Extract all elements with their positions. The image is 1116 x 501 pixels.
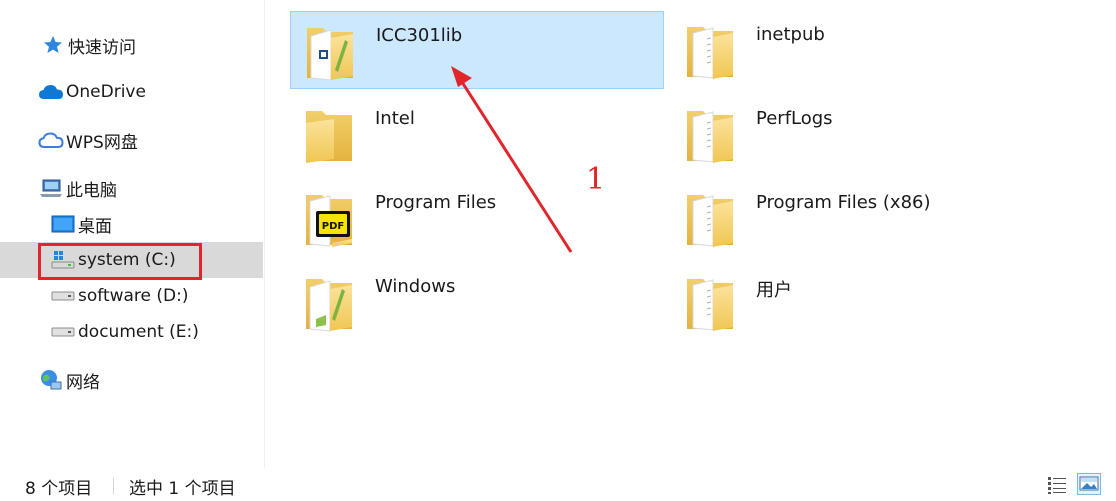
nav-wps-cloud[interactable]: WPS网盘	[0, 122, 263, 158]
nav-this-pc[interactable]: 此电脑	[0, 170, 263, 206]
folder-doc-icon	[687, 279, 733, 331]
nav-drive-c[interactable]: system (C:)	[0, 242, 263, 278]
drive-icon	[50, 285, 76, 307]
annotation-number: 1	[586, 162, 606, 197]
folder-icon	[306, 111, 352, 163]
file-name: Intel	[375, 108, 415, 129]
nav-drive-e[interactable]: document (E:)	[0, 314, 263, 350]
folder-doc-icon	[687, 111, 733, 163]
large-icons-view-icon	[1079, 476, 1099, 491]
file-name: ICC301lib	[376, 25, 463, 46]
file-name: Windows	[375, 276, 456, 297]
file-item-perflogs[interactable]: PerfLogs	[671, 95, 1045, 173]
nav-drive-d[interactable]: software (D:)	[0, 278, 263, 314]
file-name: PerfLogs	[756, 108, 833, 129]
nav-label: 桌面	[78, 216, 112, 237]
computer-icon	[38, 177, 64, 199]
file-name: 用户	[756, 280, 792, 301]
file-item-inetpub[interactable]: inetpub	[671, 11, 1045, 89]
nav-label: OneDrive	[66, 82, 146, 102]
file-name: inetpub	[756, 24, 825, 45]
star-icon	[40, 34, 66, 56]
folder-app-icon	[306, 279, 352, 332]
file-item-windows[interactable]: Windows	[290, 263, 664, 341]
windows-drive-icon	[50, 249, 76, 271]
nav-label: WPS网盘	[66, 132, 138, 153]
nav-onedrive[interactable]: OneDrive	[0, 74, 263, 110]
file-list: ICC301lib inetpub Intel PerfLogs PDF Pro…	[265, 0, 1116, 468]
file-item-program-files[interactable]: PDF Program Files	[290, 179, 664, 257]
drive-icon	[50, 321, 76, 343]
navigation-pane: 快速访问 OneDrive WPS网盘 此电脑 桌面 system (C:) s…	[0, 0, 264, 468]
nav-label: 快速访问	[68, 37, 136, 58]
svg-text:PDF: PDF	[322, 221, 344, 232]
nav-quick-access[interactable]: 快速访问	[0, 27, 263, 63]
nav-desktop[interactable]: 桌面	[0, 206, 263, 242]
file-item-intel[interactable]: Intel	[290, 95, 664, 173]
nav-network[interactable]: 网络	[0, 362, 263, 398]
selected-count: 选中 1 个项目	[129, 479, 236, 499]
file-item-icc301lib[interactable]: ICC301lib	[290, 11, 664, 89]
cloud-icon	[38, 81, 64, 103]
file-item-program-files-x86[interactable]: Program Files (x86)	[671, 179, 1045, 257]
desktop-icon	[50, 213, 76, 235]
nav-label: 此电脑	[66, 180, 117, 201]
details-view-button[interactable]	[1045, 473, 1067, 495]
file-name: Program Files	[375, 192, 497, 213]
nav-label: 网络	[66, 372, 100, 393]
cloud-outline-icon	[38, 129, 64, 151]
nav-label: system (C:)	[78, 250, 176, 270]
file-name: Program Files (x86)	[756, 192, 931, 213]
folder-doc-icon	[687, 195, 733, 247]
nav-label: document (E:)	[78, 322, 199, 342]
large-icons-view-button[interactable]	[1077, 473, 1101, 495]
details-view-icon	[1048, 477, 1066, 494]
folder-pdf-icon: PDF	[306, 195, 352, 247]
nav-label: software (D:)	[78, 286, 189, 306]
status-divider	[113, 478, 114, 494]
item-count: 8 个项目	[25, 479, 93, 499]
folder-doc-icon	[687, 27, 733, 79]
folder-app-icon	[307, 28, 353, 81]
network-icon	[38, 369, 64, 391]
status-bar: 8 个项目 选中 1 个项目	[0, 468, 1116, 501]
file-item-users[interactable]: 用户	[671, 263, 1045, 341]
